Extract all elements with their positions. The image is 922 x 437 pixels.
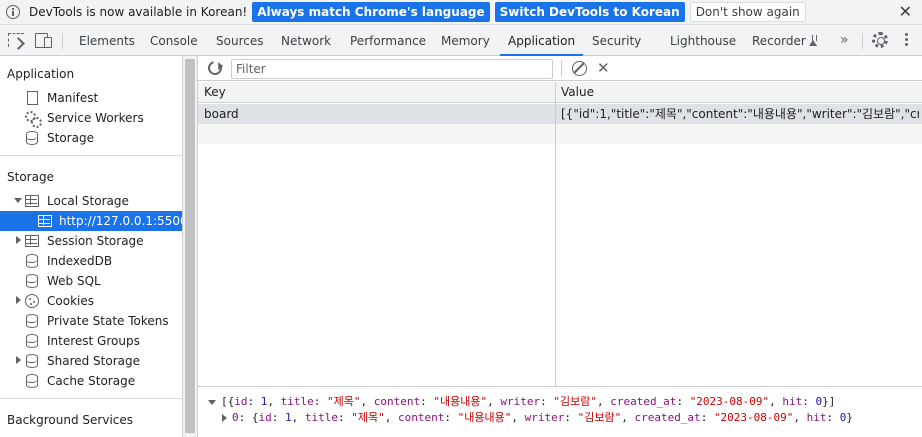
cookie-icon	[25, 294, 39, 308]
sidebar-item-cookies[interactable]: Cookies	[25, 291, 175, 311]
inspect-element-icon[interactable]	[8, 33, 24, 47]
tab-console[interactable]: Console	[150, 25, 198, 56]
sidebar-item-session-storage[interactable]: Session Storage	[25, 231, 175, 251]
info-icon	[6, 5, 20, 19]
sidebar-item-label: Manifest	[47, 91, 99, 105]
tab-security[interactable]: Security	[592, 25, 641, 56]
sidebar-item-label: Service Workers	[47, 111, 144, 125]
sidebar-item-label: http://127.0.0.1:5500/	[59, 214, 182, 228]
sidebar-item-label: Session Storage	[47, 234, 144, 248]
delete-selected-icon[interactable]: ✕	[597, 59, 610, 77]
sidebar-item-private-state-tokens[interactable]: Private State Tokens	[25, 311, 180, 331]
sidebar-item-label: IndexedDB	[47, 254, 113, 268]
preview-root-line[interactable]: [{id: 1, title: "제목", content: "내용내용", w…	[208, 394, 835, 410]
empty-row	[198, 124, 922, 144]
table-icon	[25, 235, 39, 247]
storage-toolbar: ✕	[198, 56, 922, 81]
dont-show-again-button[interactable]: Don't show again	[689, 2, 806, 22]
expand-triangle-icon[interactable]	[14, 198, 22, 203]
collapsed-triangle-icon[interactable]	[222, 414, 227, 422]
column-divider[interactable]	[555, 82, 556, 387]
database-icon	[26, 334, 38, 348]
database-icon	[26, 314, 38, 328]
tab-performance[interactable]: Performance	[350, 25, 426, 56]
sidebar-item-label: Web SQL	[47, 274, 101, 288]
sidebar-item-label: Storage	[47, 131, 94, 145]
more-tabs-button[interactable]: »	[840, 32, 848, 48]
storage-table-header: Key Value	[198, 82, 922, 103]
document-icon	[27, 91, 38, 105]
expand-triangle-icon[interactable]	[208, 399, 216, 405]
always-match-language-button[interactable]: Always match Chrome's language	[252, 2, 490, 22]
table-icon	[38, 215, 52, 227]
sidebar-item-service-workers[interactable]: Service Workers	[25, 108, 175, 128]
device-toolbar-icon[interactable]	[35, 33, 52, 48]
value-preview: [{id: 1, title: "제목", content: "내용내용", w…	[198, 386, 922, 437]
local-storage-panel: ✕ Key Value board [{"id":1,"title":"제목",…	[198, 56, 922, 437]
language-infobar: DevTools is now available in Korean! Alw…	[0, 0, 922, 25]
sidebar-item-label: Shared Storage	[47, 354, 141, 368]
preview-item-line[interactable]: 0: {id: 1, title: "제목", content: "내용내용",…	[222, 410, 853, 426]
scrollbar-thumb[interactable]	[185, 59, 195, 433]
tab-recorder-label: Recorder	[752, 34, 806, 48]
tab-sources[interactable]: Sources	[216, 25, 263, 56]
collapsed-triangle-icon[interactable]	[16, 236, 21, 244]
sidebar-item-shared-storage[interactable]: Shared Storage	[25, 351, 175, 371]
row-key-cell[interactable]: board	[204, 104, 549, 124]
sidebar-item-websql[interactable]: Web SQL	[25, 271, 175, 291]
sidebar-item-label: Local Storage	[47, 194, 129, 208]
tab-recorder[interactable]: Recorder	[752, 25, 818, 56]
sidebar-divider	[0, 398, 182, 399]
row-value-cell[interactable]: [{"id":1,"title":"제목","content":"내용내용","…	[561, 104, 919, 124]
close-icon[interactable]: ✕	[899, 2, 912, 21]
infobar-message: DevTools is now available in Korean!	[29, 5, 248, 19]
column-header-key[interactable]: Key	[204, 82, 226, 103]
column-header-value[interactable]: Value	[561, 82, 594, 103]
database-icon	[26, 354, 38, 368]
gears-icon	[25, 111, 42, 128]
sidebar-header-background-services: Background Services	[7, 413, 134, 427]
more-options-icon[interactable]	[905, 33, 909, 49]
sidebar-item-label: Interest Groups	[47, 334, 140, 348]
sidebar-item-manifest[interactable]: Manifest	[25, 88, 175, 108]
experiment-flask-icon	[808, 35, 818, 46]
tab-lighthouse[interactable]: Lighthouse	[670, 25, 736, 56]
toolbar-divider	[62, 33, 63, 49]
table-row[interactable]: board [{"id":1,"title":"제목","content":"내…	[198, 104, 922, 124]
collapsed-triangle-icon[interactable]	[16, 296, 21, 304]
tab-elements[interactable]: Elements	[79, 25, 135, 56]
tab-application[interactable]: Application	[499, 25, 584, 56]
gear-icon[interactable]	[872, 32, 888, 48]
sidebar-item-label: Private State Tokens	[47, 314, 169, 328]
sidebar-item-label: Cache Storage	[47, 374, 136, 388]
filter-input[interactable]	[231, 59, 553, 79]
switch-to-korean-button[interactable]: Switch DevTools to Korean	[494, 2, 685, 22]
devtools-tabbar: Elements Console Sources Network Perform…	[0, 25, 922, 56]
tab-memory[interactable]: Memory	[441, 25, 490, 56]
sidebar-header-application: Application	[7, 67, 75, 81]
sidebar-scrollbar[interactable]	[182, 56, 198, 437]
sidebar-item-interest-groups[interactable]: Interest Groups	[25, 331, 175, 351]
database-icon	[26, 131, 38, 145]
toolbar-divider	[862, 33, 863, 49]
table-icon	[25, 195, 39, 207]
clear-all-icon[interactable]	[572, 61, 587, 76]
sidebar-item-local-storage[interactable]: Local Storage	[25, 191, 175, 211]
collapsed-triangle-icon[interactable]	[16, 356, 21, 364]
refresh-icon[interactable]	[205, 58, 225, 78]
database-icon	[26, 254, 38, 268]
database-icon	[26, 274, 38, 288]
tab-network[interactable]: Network	[281, 25, 331, 56]
toolbar-divider	[561, 60, 562, 77]
sidebar-header-storage: Storage	[7, 170, 54, 184]
sidebar-item-cache-storage[interactable]: Cache Storage	[25, 371, 175, 391]
sidebar-item-local-storage-origin[interactable]: http://127.0.0.1:5500/	[0, 211, 182, 231]
application-sidebar: Application Manifest Service Workers Sto…	[0, 56, 182, 437]
sidebar-item-label: Cookies	[47, 294, 94, 308]
sidebar-divider	[0, 155, 182, 156]
sidebar-item-storage[interactable]: Storage	[25, 128, 175, 148]
sidebar-item-indexeddb[interactable]: IndexedDB	[25, 251, 175, 271]
database-icon	[26, 374, 38, 388]
